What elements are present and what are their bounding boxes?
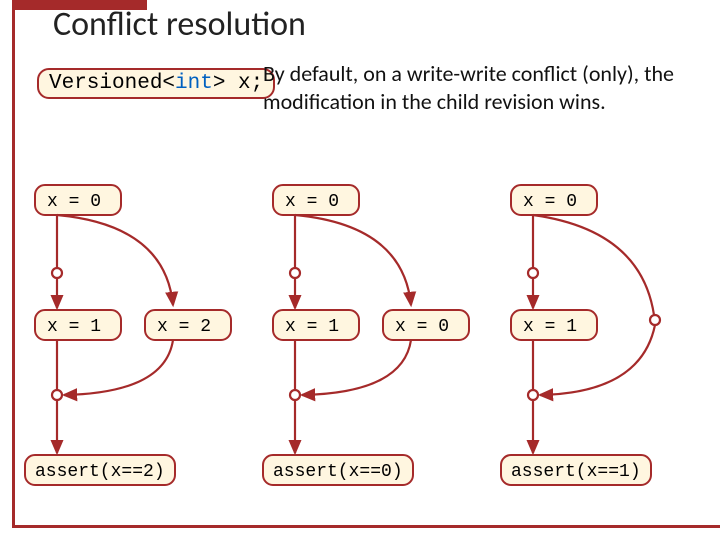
description-text: By default, on a write-write conflict (o… xyxy=(263,60,703,115)
graph2-right: x = 0 xyxy=(395,317,449,337)
graph2-left: x = 1 xyxy=(285,317,339,337)
graph2-init: x = 0 xyxy=(285,192,339,212)
decl-type: int xyxy=(175,72,213,95)
graph3-init: x = 0 xyxy=(523,192,577,212)
decl-prefix: Versioned< xyxy=(49,72,175,95)
revision-graphs: x = 0 x = 1 x = 2 assert(x==2) xyxy=(15,175,720,535)
graph1-assert: assert(x==2) xyxy=(35,462,165,482)
page-title: Conflict resolution xyxy=(53,4,306,45)
decl-suffix: > x; xyxy=(213,72,263,95)
graph3-assert: assert(x==1) xyxy=(511,462,641,482)
graph2-assert: assert(x==0) xyxy=(273,462,403,482)
declaration-box: Versioned<int> x; xyxy=(37,68,275,99)
graph1-left: x = 1 xyxy=(47,317,101,337)
graph3-left: x = 1 xyxy=(523,317,577,337)
graph1-right: x = 2 xyxy=(157,317,211,337)
graph-1: x = 0 x = 1 x = 2 assert(x==2) xyxy=(25,185,231,485)
graph-3: x = 0 x = 1 assert(x==1) xyxy=(501,185,660,485)
graph-2: x = 0 x = 1 x = 0 assert(x==0) xyxy=(263,185,469,485)
graph1-init: x = 0 xyxy=(47,192,101,212)
